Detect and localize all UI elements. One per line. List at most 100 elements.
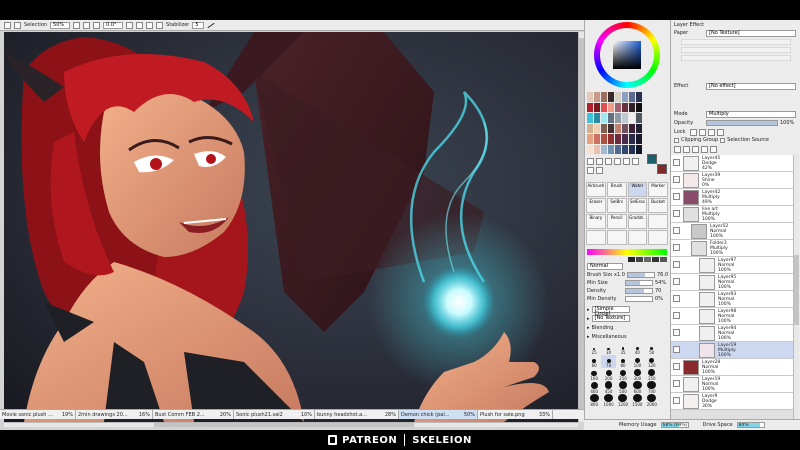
rotation-field[interactable]: 0.0° [103,21,124,29]
rotate-right-icon[interactable] [136,21,144,29]
brush-size-preset[interactable]: 1500 [630,394,644,407]
opacity-slider[interactable] [706,120,778,126]
brush-size-preset[interactable]: 450 [601,381,615,394]
expand-arrow-icon[interactable]: ▸ [587,316,590,322]
density-slider[interactable] [625,288,653,294]
layer-row[interactable]: Folder3 Multiply 100% [671,240,793,257]
eye-icon[interactable] [673,193,680,200]
brush-size-preset[interactable]: 50 [645,342,659,355]
rotate-reset-icon[interactable] [146,21,154,29]
eye-icon[interactable] [673,295,680,302]
paper-texture-select[interactable]: [No Texture] [706,29,796,37]
zoom-in-icon[interactable] [73,21,81,29]
eye-icon[interactable] [673,210,680,217]
brush-size-preset[interactable]: 300 [630,368,644,381]
document-tab[interactable]: Bust Comm FEB 2... 20% [153,410,234,419]
hue-bar[interactable] [587,249,667,255]
brush-size-preset[interactable]: 800 [587,394,601,407]
expand-arrow-icon[interactable]: ▸ [587,325,590,331]
text-tool-icon[interactable] [596,167,603,174]
layer-row[interactable]: Layer98 Normal 100% [671,308,793,325]
layer-row[interactable]: Layer39 Shine 0% [671,172,793,189]
min-density-slider[interactable] [625,296,653,302]
brush-size-preset[interactable]: 25 [587,342,601,355]
secondary-color-swatch[interactable] [657,164,667,174]
new-layer-icon[interactable] [674,146,681,153]
layer-row[interactable]: line art Multiply 100% [671,206,793,223]
brush-size-preset[interactable]: 30 [601,342,615,355]
brush-size-preset[interactable]: 250 [616,368,630,381]
lock-move-icon[interactable] [699,128,706,136]
blend-mode-select[interactable]: Normal [587,263,623,270]
brush-size-preset[interactable]: 120 [645,355,659,368]
layer-row[interactable]: Layer42 Multiply 49% [671,189,793,206]
brush-size-preset[interactable]: 80 [616,355,630,368]
zoom-out-icon[interactable] [83,21,91,29]
brush-tool-slot[interactable] [648,230,668,245]
brush-size-preset[interactable]: 400 [587,381,601,394]
eye-icon[interactable] [673,244,680,251]
brush-size-slider[interactable] [627,272,655,278]
brush-tool-slot[interactable]: SelBrs [606,198,627,213]
layer-row[interactable]: Layer28 Normal 100% [671,359,793,376]
layer-row[interactable]: Layer52 Normal 100% [671,223,793,240]
selection-source-checkbox[interactable] [720,137,726,143]
rotate-tool-icon[interactable] [632,158,639,165]
brush-size-preset[interactable]: 200 [601,368,615,381]
layer-list-scrollbar[interactable] [793,155,799,419]
brush-size-preset[interactable]: 600 [630,381,644,394]
brush-size-preset[interactable]: 1200 [616,394,630,407]
document-tab[interactable]: Sonic plush21.sai2 10% [234,410,315,419]
brush-size-preset[interactable]: 100 [630,355,644,368]
document-tab[interactable]: bunny headshot.a... 28% [315,410,399,419]
document-tab[interactable]: 2min drawings 20... 16% [76,410,153,419]
brush-tool-slot[interactable]: Brush [606,182,627,197]
expand-arrow-icon[interactable]: ▸ [587,334,590,340]
document-tab[interactable]: Plush for sale.png 33% [478,410,553,419]
layer-row[interactable]: Layer19 Normal 100% [671,376,793,393]
effect-select[interactable]: [No effect] [706,82,796,90]
brush-tool-slot[interactable]: Bucket [648,198,668,213]
brush-size-preset[interactable]: 500 [616,381,630,394]
eye-icon[interactable] [673,278,680,285]
drawing-canvas[interactable] [4,32,578,422]
color-swatches[interactable] [587,92,642,154]
layer-row[interactable]: Layer93 Normal 100% [671,291,793,308]
misc-label[interactable]: Miscellaneous [592,334,627,340]
pen-pressure-icon[interactable] [207,22,215,28]
lock-all-icon[interactable] [717,128,724,136]
select-tool-icon[interactable] [587,158,594,165]
brush-size-preset[interactable]: 700 [645,381,659,394]
move-tool-icon[interactable] [614,158,621,165]
brush-tool-slot[interactable]: Pencil [606,214,627,229]
min-size-slider[interactable] [625,280,653,286]
brush-tool-slot[interactable] [627,230,648,245]
layer-row[interactable]: Layer94 Normal 100% [671,325,793,342]
lock-alpha-icon[interactable] [708,128,715,136]
magic-wand-icon[interactable] [605,158,612,165]
brush-tool-slot[interactable]: Airbrush [586,182,606,197]
brush-tool-slot[interactable]: Eraser [586,198,606,213]
eye-icon[interactable] [673,227,680,234]
eye-icon[interactable] [673,397,680,404]
brush-tool-slot[interactable]: Gradat.. [627,214,648,229]
brush-size-preset[interactable]: 35 [616,342,630,355]
layer-row[interactable]: Layer97 Normal 100% [671,257,793,274]
brush-shape-row[interactable] [587,257,667,262]
layer-row[interactable]: Layer45 Dodge 42% [671,155,793,172]
color-wheel[interactable] [594,22,660,88]
invert-selection-icon[interactable] [14,21,21,29]
layer-row[interactable]: Layer95 Normal 100% [671,274,793,291]
zoom-tool-icon[interactable] [623,158,630,165]
brush-shape-select[interactable]: [Simple Circle] [591,306,630,317]
eye-icon[interactable] [673,363,680,370]
stabilizer-field[interactable]: 5 [192,21,205,29]
layer-row[interactable]: Layer9 Dodge 30% [671,393,793,410]
zoom-reset-icon[interactable] [93,21,101,29]
blending-label[interactable]: Blending [592,325,614,331]
brush-size-preset[interactable]: 350 [645,368,659,381]
document-tab[interactable]: Demon chick (pai... 50% [399,410,478,419]
brush-size-preset[interactable]: 40 [630,342,644,355]
brush-size-preset[interactable]: 1000 [601,394,615,407]
eye-icon[interactable] [673,261,680,268]
